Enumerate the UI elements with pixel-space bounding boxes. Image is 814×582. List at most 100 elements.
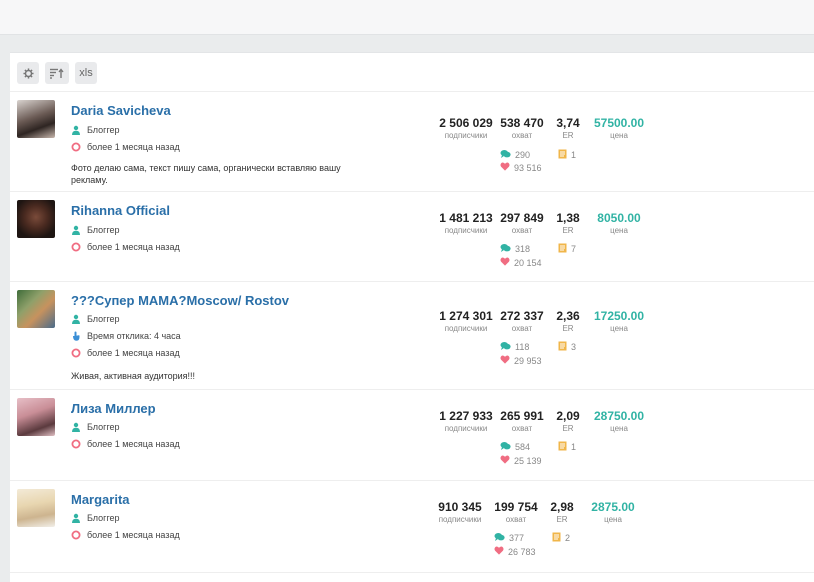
- meta-text: Время отклика: 4 часа: [87, 331, 181, 341]
- avatar[interactable]: [17, 100, 55, 138]
- meta-text: Блоггер: [87, 314, 120, 324]
- stat-count: 93 516: [514, 162, 542, 173]
- posts-icon: [558, 441, 567, 453]
- stat-count: 29 953: [514, 355, 542, 366]
- posts-icon: [558, 341, 567, 353]
- stat-price: 2875.00 цена: [573, 500, 653, 524]
- stat-likes: 93 516: [500, 162, 542, 173]
- blogger-name-link[interactable]: Margarita: [71, 492, 130, 507]
- stat-comments: 318: [500, 243, 530, 255]
- comments-icon: [500, 341, 511, 353]
- stat-count: 1: [571, 442, 577, 452]
- stat-count: 318: [515, 244, 531, 254]
- stat-likes: 26 783: [494, 546, 536, 557]
- posts-icon: [558, 243, 567, 255]
- stat-value: 57500.00: [593, 116, 645, 130]
- user-icon: [71, 125, 81, 135]
- avatar[interactable]: [17, 200, 55, 238]
- stat-posts: 2: [552, 532, 570, 544]
- meta-text: Блоггер: [87, 422, 120, 432]
- stat-price: 57500.00 цена: [579, 116, 659, 140]
- posts-icon: [558, 149, 567, 161]
- stat-count: 26 783: [508, 546, 536, 557]
- toolbar: xls: [10, 53, 814, 92]
- stat-likes: 25 139: [500, 455, 542, 466]
- blogger-description: Фото делаю сама, текст пишу сама, органи…: [71, 163, 341, 185]
- stat-label: цена: [604, 515, 622, 524]
- blogger-row[interactable]: Margarita Блоггер более 1 месяца назад 910 …: [10, 481, 814, 573]
- stat-comments: 118: [500, 341, 529, 353]
- stat-count: 3: [571, 342, 577, 352]
- meta-text: Блоггер: [87, 125, 120, 135]
- blogger-row[interactable]: Daria Savicheva Блоггер более 1 месяца наз…: [10, 92, 814, 192]
- stat-likes: 20 154: [500, 257, 542, 268]
- blogger-description: Живая, активная аудитория!!!: [71, 371, 196, 381]
- comments-icon: [500, 243, 511, 255]
- blogger-row[interactable]: Rihanna Official Блоггер более 1 месяца на…: [10, 192, 814, 282]
- xls-label: xls: [79, 67, 93, 79]
- settings-button[interactable]: [17, 62, 39, 84]
- stat-label: цена: [610, 424, 628, 433]
- posts-icon: [552, 532, 561, 544]
- heart-icon: [500, 455, 510, 466]
- stat-value: 28750.00: [593, 409, 645, 423]
- avatar[interactable]: [17, 290, 55, 328]
- blogger-name-link[interactable]: Daria Savicheva: [71, 103, 171, 118]
- stat-count: 25 139: [514, 455, 542, 466]
- stat-label: цена: [610, 131, 628, 140]
- comments-icon: [494, 532, 505, 544]
- status-circle-icon: [71, 348, 81, 358]
- blogger-row[interactable]: Лиза Миллер Блоггер более 1 месяца назад 1 …: [10, 390, 814, 481]
- comments-icon: [500, 441, 511, 453]
- blogger-name-link[interactable]: Лиза Миллер: [71, 401, 156, 416]
- stat-count: 2: [565, 533, 571, 543]
- hand-icon: [71, 331, 81, 341]
- stat-posts: 1: [558, 149, 576, 161]
- avatar[interactable]: [17, 489, 55, 527]
- avatar[interactable]: [17, 398, 55, 436]
- stat-value: 17250.00: [593, 309, 645, 323]
- user-icon: [71, 513, 81, 523]
- blogger-name-link[interactable]: ???Супер МАМА?Moscow/ Rostov: [71, 293, 289, 308]
- blogger-row[interactable]: ???Супер МАМА?Moscow/ Rostov Блоггер Время…: [10, 282, 814, 390]
- stat-value: 8050.00: [597, 211, 641, 225]
- stat-count: 377: [509, 533, 525, 543]
- status-circle-icon: [71, 530, 81, 540]
- meta-response-time: Время отклика: 4 часа: [71, 331, 181, 341]
- meta-text: Блоггер: [87, 225, 120, 235]
- export-xls-button[interactable]: xls: [75, 62, 97, 84]
- heart-icon: [500, 162, 510, 173]
- stat-comments: 377: [494, 532, 524, 544]
- stat-comments: 584: [500, 441, 530, 453]
- meta-text: более 1 месяца назад: [87, 242, 180, 252]
- status-circle-icon: [71, 242, 81, 252]
- stat-posts: 7: [558, 243, 576, 255]
- stat-count: 584: [515, 442, 531, 452]
- comments-icon: [500, 149, 511, 161]
- meta-role: Блоггер: [71, 513, 120, 523]
- sort-icon: [50, 67, 64, 79]
- stat-count: 1: [571, 150, 577, 160]
- gear-icon: [22, 67, 34, 79]
- meta-last-seen: более 1 месяца назад: [71, 348, 180, 358]
- meta-role: Блоггер: [71, 422, 120, 432]
- heart-icon: [500, 355, 510, 366]
- heart-icon: [494, 546, 504, 557]
- user-icon: [71, 225, 81, 235]
- stat-comments: 290: [500, 149, 530, 161]
- user-icon: [71, 422, 81, 432]
- status-circle-icon: [71, 142, 81, 152]
- sort-button[interactable]: [45, 62, 69, 84]
- stat-count: 20 154: [514, 257, 542, 268]
- stat-price: 8050.00 цена: [579, 211, 659, 235]
- meta-text: более 1 месяца назад: [87, 142, 180, 152]
- heart-icon: [500, 257, 510, 268]
- meta-text: более 1 месяца назад: [87, 530, 180, 540]
- blogger-name-link[interactable]: Rihanna Official: [71, 203, 170, 218]
- stat-posts: 3: [558, 341, 576, 353]
- stat-posts: 1: [558, 441, 576, 453]
- meta-last-seen: более 1 месяца назад: [71, 242, 180, 252]
- stat-price: 17250.00 цена: [579, 309, 659, 333]
- meta-last-seen: более 1 месяца назад: [71, 530, 180, 540]
- meta-last-seen: более 1 месяца назад: [71, 439, 180, 449]
